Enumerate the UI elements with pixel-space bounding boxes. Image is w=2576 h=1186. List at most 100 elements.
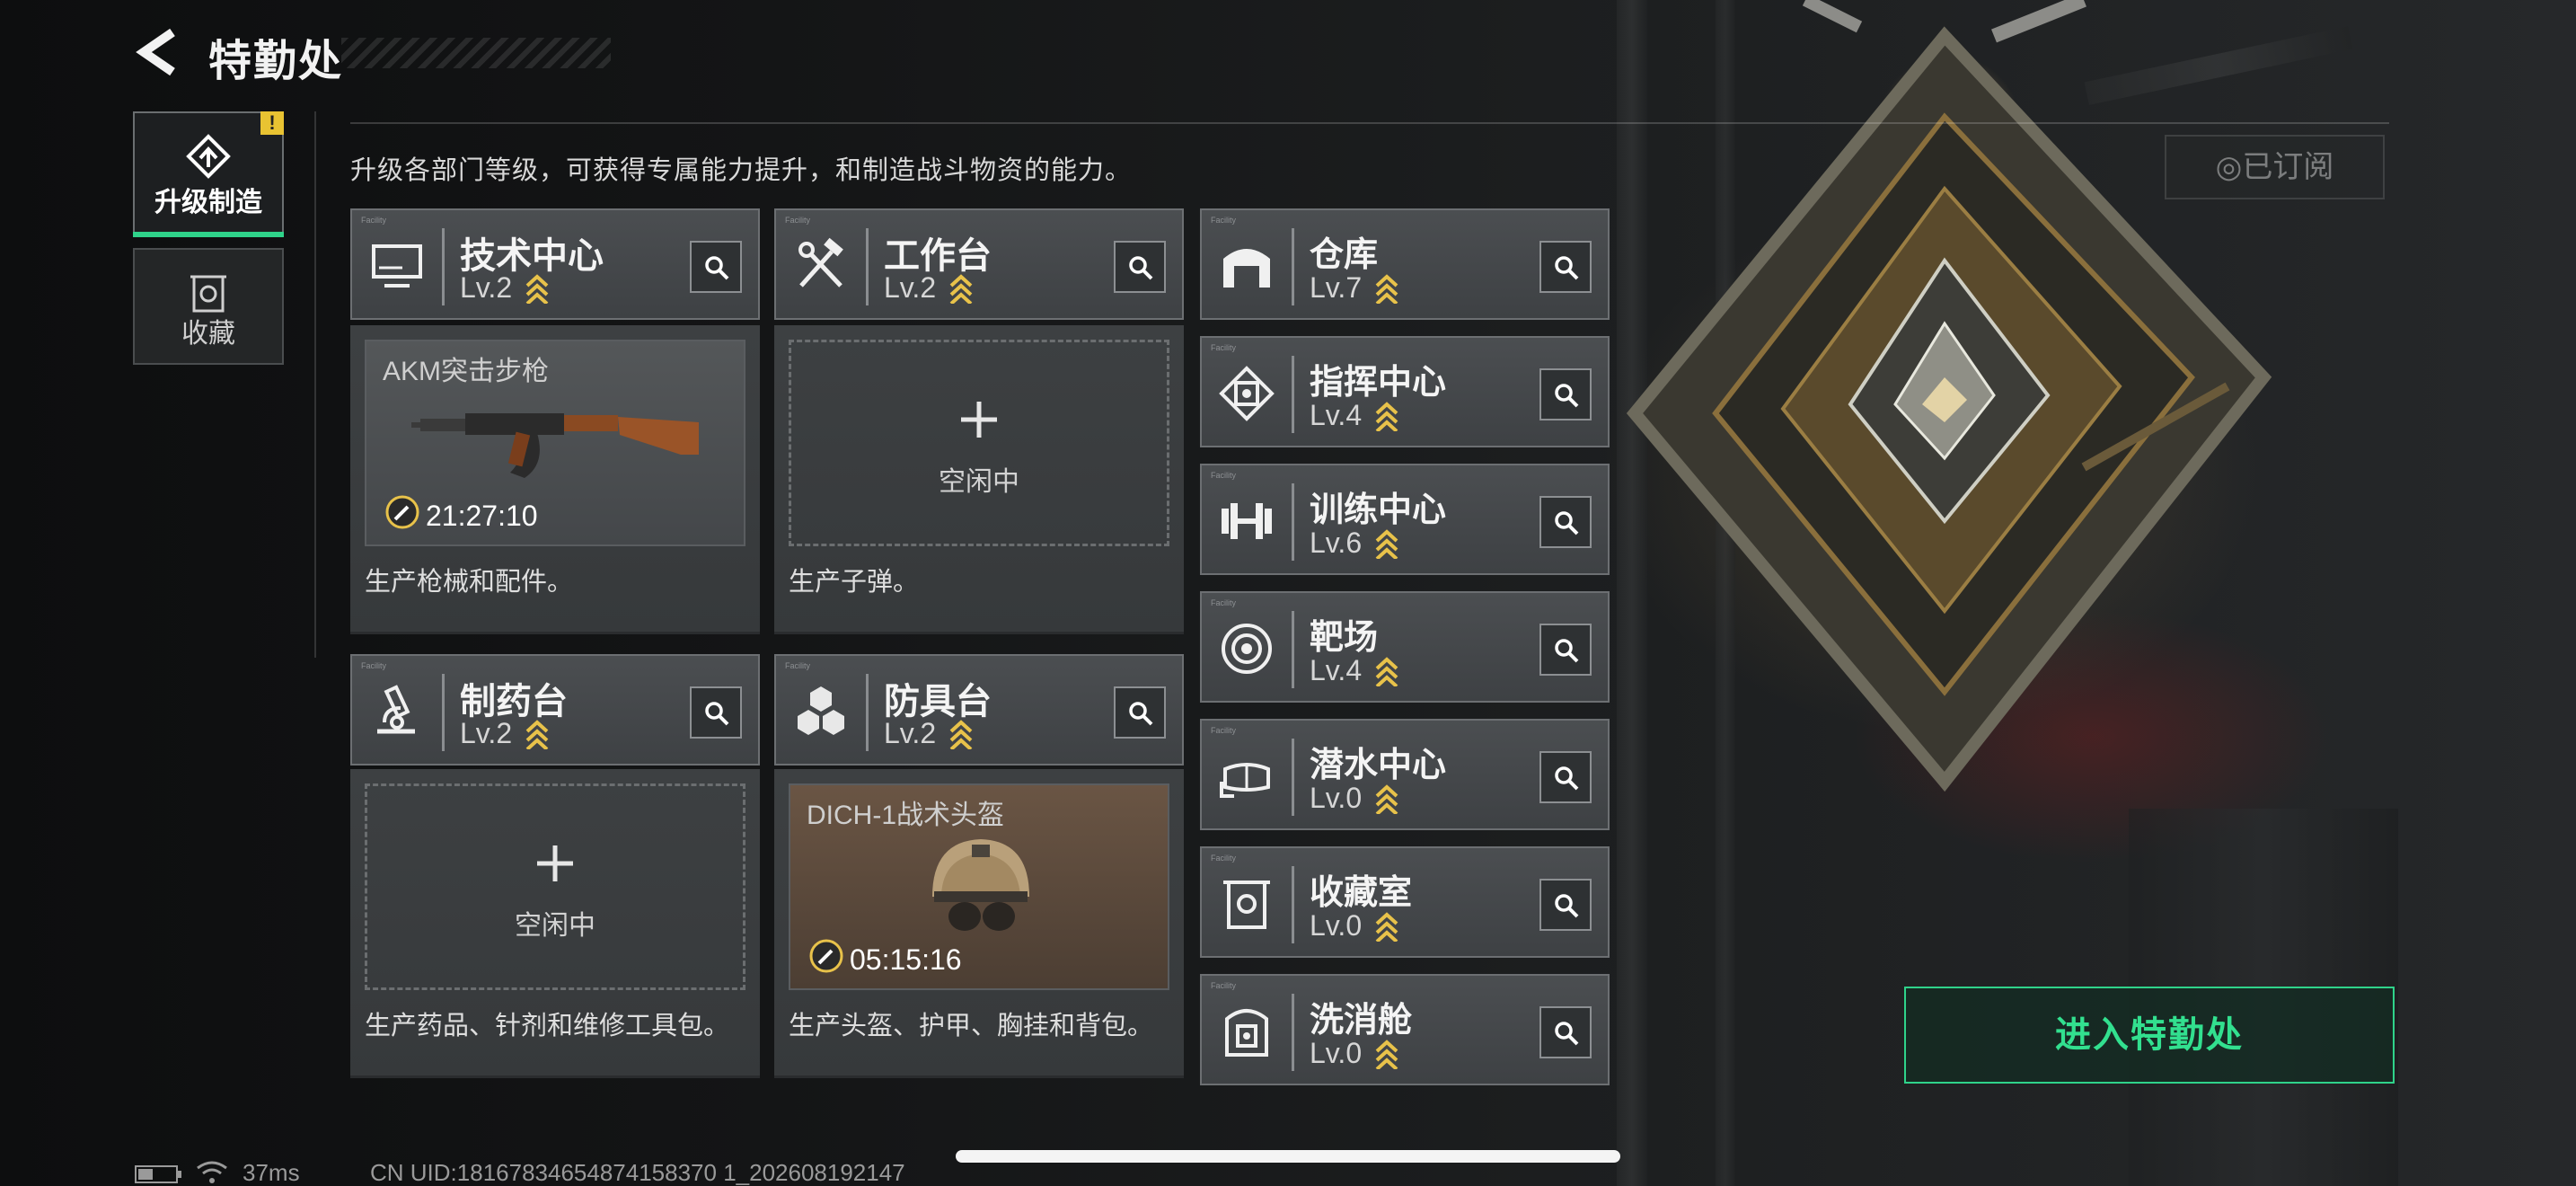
facility-card-tech-center[interactable]: Facility 技术中心 Lv.2: [350, 208, 760, 320]
facility-card-warehouse[interactable]: Facility 仓库 Lv.7: [1200, 208, 1610, 320]
bell-icon: ◎: [2215, 150, 2243, 184]
search-icon: [1555, 894, 1579, 918]
production-slot-empty[interactable]: 空闲中: [789, 340, 1169, 546]
production-panel-workbench: 空闲中 生产子弹。: [774, 325, 1184, 634]
search-icon: [1129, 702, 1153, 726]
production-slot[interactable]: AKM突击步枪 21:27:10: [365, 340, 745, 546]
upgrade-build-icon: [186, 134, 231, 179]
chip-icon: [1219, 366, 1275, 421]
helmet-image: [932, 839, 1029, 931]
inspect-button[interactable]: [1539, 879, 1592, 931]
facility-level: Lv.0: [1310, 909, 1363, 942]
inspect-button[interactable]: [1114, 686, 1166, 739]
vault-icon: [1223, 881, 1270, 929]
facility-card-pharmacy[interactable]: Facility 制药台 Lv.2: [350, 654, 760, 766]
rifle-image: [411, 413, 699, 478]
facility-level: Lv.2: [460, 717, 513, 749]
production-panel-pharmacy: 空闲中 生产药品、针剂和维修工具包。: [350, 769, 760, 1078]
alert-badge: !: [260, 111, 284, 135]
divider: [314, 111, 316, 658]
wrench-timer-icon: [385, 495, 419, 529]
production-timer: 05:15:16: [850, 943, 962, 976]
facility-card-shooting-range[interactable]: Facility 靶场 Lv.4: [1200, 591, 1610, 703]
target-icon: [1222, 624, 1272, 674]
inspect-button[interactable]: [1539, 496, 1592, 548]
search-icon: [1555, 384, 1579, 408]
user-uid: CN UID:18167834654874158370 1_2026081921…: [370, 1159, 905, 1186]
facility-level: Lv.0: [1310, 782, 1363, 814]
production-slot-empty[interactable]: 空闲中: [365, 783, 745, 990]
level-chevron-icon: [1375, 402, 1398, 431]
hexagons-icon: [798, 686, 844, 735]
search-icon: [705, 256, 729, 280]
search-icon: [1555, 639, 1579, 663]
collection-icon: [190, 275, 226, 313]
subscribed-label: 已订阅: [2242, 150, 2334, 184]
level-chevron-icon: [1375, 784, 1398, 814]
level-chevron-icon: [949, 720, 973, 749]
facility-level: Lv.0: [1310, 1037, 1363, 1069]
inspect-button[interactable]: [1539, 241, 1592, 293]
back-arrow-icon[interactable]: [135, 27, 180, 77]
search-icon: [1129, 256, 1153, 280]
facility-card-training-center[interactable]: Facility 训练中心 Lv.6: [1200, 464, 1610, 575]
level-chevron-icon: [1375, 274, 1398, 304]
nav-tab-upgrade-build[interactable]: ! 升级制造: [133, 111, 284, 237]
subscribed-button[interactable]: ◎已订阅: [2165, 135, 2385, 199]
inspect-button[interactable]: [690, 686, 742, 739]
level-chevron-icon: [525, 274, 549, 304]
facility-card-diving-center[interactable]: Facility 潜水中心 Lv.0: [1200, 719, 1610, 830]
item-name: AKM突击步枪: [383, 357, 550, 386]
level-chevron-icon: [949, 274, 973, 304]
production-panel-armor-bench: DICH-1战术头盔 05:15:16 生产头盔、护甲、胸挂和背包。: [774, 769, 1184, 1078]
inspect-button[interactable]: [1539, 368, 1592, 420]
facility-name: 指挥中心: [1310, 364, 1447, 402]
screen: { "header": {"title": "特勤处", "back_icon"…: [0, 0, 2576, 1186]
facility-level: Lv.4: [1310, 654, 1363, 686]
facility-card-command-center[interactable]: Facility 指挥中心 Lv.4: [1200, 336, 1610, 447]
decon-chamber-icon: [1225, 1009, 1268, 1057]
divider: [350, 122, 2389, 124]
enter-special-ops-button[interactable]: 进入特勤处: [1904, 987, 2395, 1084]
facility-card-armor-bench[interactable]: Facility 防具台 Lv.2: [774, 654, 1184, 766]
inspect-button[interactable]: [690, 241, 742, 293]
facility-level: Lv.2: [884, 717, 937, 749]
battery-icon: [135, 1165, 181, 1183]
search-icon: [1555, 766, 1579, 791]
search-icon: [705, 702, 729, 726]
nav-tab-label: 升级制造: [154, 188, 262, 217]
facility-description: 生产枪械和配件。: [365, 568, 574, 597]
search-icon: [1555, 256, 1579, 280]
facility-card-workbench[interactable]: Facility 工作台 Lv.2: [774, 208, 1184, 320]
level-chevron-icon: [1375, 1040, 1398, 1069]
warehouse-icon: [1223, 249, 1270, 288]
level-chevron-icon: [1375, 657, 1398, 686]
nav-tab-label: 收藏: [181, 319, 235, 349]
production-slot[interactable]: DICH-1战术头盔 05:15:16: [789, 783, 1169, 990]
production-panel-tech-center: AKM突击步枪 21:27:10 生产枪械和配件。: [350, 325, 760, 634]
inspect-button[interactable]: [1114, 241, 1166, 293]
facility-name: 靶场: [1310, 619, 1379, 657]
level-chevron-icon: [1375, 912, 1398, 942]
facility-card-decon-chamber[interactable]: Facility 洗消舱 Lv.0: [1200, 974, 1610, 1085]
home-indicator[interactable]: [956, 1150, 1620, 1163]
facility-card-collection-room[interactable]: Facility 收藏室 Lv.0: [1200, 846, 1610, 958]
plus-icon: [961, 402, 997, 438]
facility-level: Lv.2: [460, 271, 513, 304]
inspect-button[interactable]: [1539, 1006, 1592, 1058]
facility-name: 潜水中心: [1310, 747, 1447, 784]
monitor-icon: [372, 244, 422, 288]
nav-tab-collection[interactable]: 收藏: [133, 248, 284, 365]
page-description: 升级各部门等级，可获得专属能力提升，和制造战斗物资的能力。: [350, 156, 1133, 185]
microscope-icon: [377, 685, 415, 734]
idle-label: 空闲中: [939, 467, 1019, 497]
inspect-button[interactable]: [1539, 624, 1592, 676]
inspect-button[interactable]: [1539, 751, 1592, 803]
facility-name: 训练中心: [1310, 491, 1447, 529]
facility-description: 生产药品、针剂和维修工具包。: [365, 1012, 730, 1040]
level-chevron-icon: [1375, 529, 1398, 559]
production-timer: 21:27:10: [426, 500, 538, 532]
facility-level: Lv.6: [1310, 527, 1363, 559]
plus-icon: [537, 845, 573, 881]
facility-description: 生产子弹。: [789, 568, 920, 597]
